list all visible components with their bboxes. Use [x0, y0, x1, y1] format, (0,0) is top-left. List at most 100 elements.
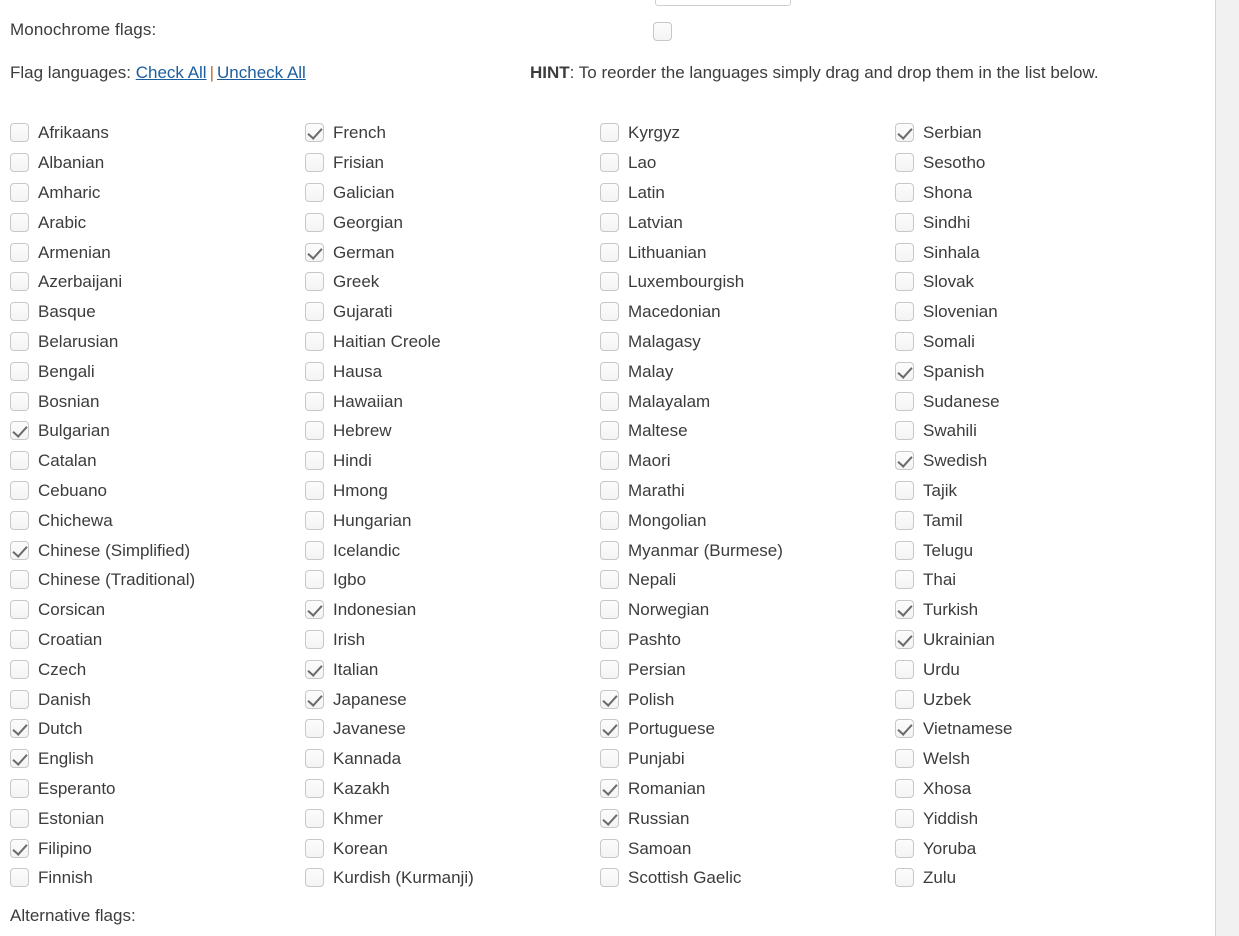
checkbox-unchecked-icon[interactable] — [600, 361, 619, 381]
checkbox-unchecked-icon[interactable] — [10, 391, 29, 411]
checkbox-unchecked-icon[interactable] — [305, 629, 324, 649]
checkbox-unchecked-icon[interactable] — [10, 451, 29, 471]
checkbox-unchecked-icon[interactable] — [600, 838, 619, 858]
language-checkbox-item[interactable]: Tajik — [895, 476, 1195, 506]
clipped-text-input[interactable] — [655, 0, 791, 6]
checkbox-unchecked-icon[interactable] — [10, 331, 29, 351]
checkbox-unchecked-icon[interactable] — [600, 272, 619, 292]
language-checkbox-item[interactable]: Turkish — [895, 595, 1195, 625]
language-checkbox-item[interactable]: Yiddish — [895, 803, 1195, 833]
language-checkbox-item[interactable]: Catalan — [10, 446, 310, 476]
language-checkbox-item[interactable]: Serbian — [895, 118, 1195, 148]
monochrome-flags-checkbox[interactable] — [653, 22, 672, 41]
language-checkbox-item[interactable]: Esperanto — [10, 774, 310, 804]
language-checkbox-item[interactable]: Telugu — [895, 535, 1195, 565]
language-checkbox-item[interactable]: Azerbaijani — [10, 267, 310, 297]
checkbox-checked-icon[interactable] — [10, 719, 29, 739]
checkbox-unchecked-icon[interactable] — [305, 391, 324, 411]
language-checkbox-item[interactable]: Russian — [600, 803, 900, 833]
checkbox-unchecked-icon[interactable] — [600, 600, 619, 620]
checkbox-checked-icon[interactable] — [10, 838, 29, 858]
language-checkbox-item[interactable]: Romanian — [600, 774, 900, 804]
checkbox-unchecked-icon[interactable] — [10, 272, 29, 292]
checkbox-checked-icon[interactable] — [600, 808, 619, 828]
checkbox-unchecked-icon[interactable] — [10, 510, 29, 530]
checkbox-unchecked-icon[interactable] — [305, 838, 324, 858]
language-checkbox-item[interactable]: Gujarati — [305, 297, 605, 327]
checkbox-unchecked-icon[interactable] — [305, 302, 324, 322]
checkbox-unchecked-icon[interactable] — [895, 182, 914, 202]
checkbox-unchecked-icon[interactable] — [895, 838, 914, 858]
checkbox-unchecked-icon[interactable] — [305, 719, 324, 739]
language-checkbox-item[interactable]: Luxembourgish — [600, 267, 900, 297]
language-checkbox-item[interactable]: Pashto — [600, 625, 900, 655]
language-checkbox-item[interactable]: Maori — [600, 446, 900, 476]
language-checkbox-item[interactable]: German — [305, 237, 605, 267]
checkbox-unchecked-icon[interactable] — [10, 659, 29, 679]
checkbox-unchecked-icon[interactable] — [305, 421, 324, 441]
checkbox-checked-icon[interactable] — [895, 123, 914, 143]
checkbox-unchecked-icon[interactable] — [895, 659, 914, 679]
checkbox-unchecked-icon[interactable] — [600, 331, 619, 351]
checkbox-unchecked-icon[interactable] — [305, 570, 324, 590]
language-checkbox-item[interactable]: English — [10, 744, 310, 774]
checkbox-unchecked-icon[interactable] — [600, 510, 619, 530]
checkbox-unchecked-icon[interactable] — [10, 600, 29, 620]
checkbox-unchecked-icon[interactable] — [600, 391, 619, 411]
checkbox-unchecked-icon[interactable] — [305, 272, 324, 292]
language-checkbox-item[interactable]: Estonian — [10, 803, 310, 833]
language-checkbox-item[interactable]: Chichewa — [10, 505, 310, 535]
language-checkbox-item[interactable]: Afrikaans — [10, 118, 310, 148]
checkbox-unchecked-icon[interactable] — [305, 868, 324, 888]
language-checkbox-item[interactable]: Finnish — [10, 863, 310, 893]
language-checkbox-item[interactable]: Swahili — [895, 416, 1195, 446]
checkbox-unchecked-icon[interactable] — [600, 242, 619, 262]
checkbox-unchecked-icon[interactable] — [600, 480, 619, 500]
language-checkbox-item[interactable]: Latvian — [600, 207, 900, 237]
language-checkbox-item[interactable]: Belarusian — [10, 327, 310, 357]
checkbox-unchecked-icon[interactable] — [895, 391, 914, 411]
language-checkbox-item[interactable]: Cebuano — [10, 476, 310, 506]
language-checkbox-item[interactable]: Portuguese — [600, 714, 900, 744]
language-checkbox-item[interactable]: Marathi — [600, 476, 900, 506]
checkbox-unchecked-icon[interactable] — [305, 778, 324, 798]
checkbox-unchecked-icon[interactable] — [895, 153, 914, 173]
language-checkbox-item[interactable]: Korean — [305, 833, 605, 863]
language-checkbox-item[interactable]: Punjabi — [600, 744, 900, 774]
language-checkbox-item[interactable]: Welsh — [895, 744, 1195, 774]
language-checkbox-item[interactable]: Bengali — [10, 356, 310, 386]
checkbox-checked-icon[interactable] — [10, 421, 29, 441]
checkbox-unchecked-icon[interactable] — [895, 689, 914, 709]
language-checkbox-item[interactable]: Japanese — [305, 684, 605, 714]
language-checkbox-item[interactable]: Samoan — [600, 833, 900, 863]
language-checkbox-item[interactable]: Sinhala — [895, 237, 1195, 267]
language-checkbox-item[interactable]: Polish — [600, 684, 900, 714]
checkbox-unchecked-icon[interactable] — [895, 242, 914, 262]
checkbox-unchecked-icon[interactable] — [10, 182, 29, 202]
language-checkbox-item[interactable]: Haitian Creole — [305, 327, 605, 357]
language-checkbox-item[interactable]: Hebrew — [305, 416, 605, 446]
language-checkbox-item[interactable]: Igbo — [305, 565, 605, 595]
checkbox-unchecked-icon[interactable] — [305, 361, 324, 381]
checkbox-unchecked-icon[interactable] — [10, 689, 29, 709]
checkbox-unchecked-icon[interactable] — [10, 302, 29, 322]
checkbox-unchecked-icon[interactable] — [10, 153, 29, 173]
checkbox-unchecked-icon[interactable] — [10, 868, 29, 888]
language-checkbox-item[interactable]: Swedish — [895, 446, 1195, 476]
language-checkbox-item[interactable]: Chinese (Traditional) — [10, 565, 310, 595]
checkbox-unchecked-icon[interactable] — [600, 659, 619, 679]
language-checkbox-item[interactable]: Hmong — [305, 476, 605, 506]
language-checkbox-item[interactable]: Hawaiian — [305, 386, 605, 416]
language-checkbox-item[interactable]: Spanish — [895, 356, 1195, 386]
checkbox-unchecked-icon[interactable] — [895, 302, 914, 322]
checkbox-checked-icon[interactable] — [600, 719, 619, 739]
checkbox-unchecked-icon[interactable] — [600, 749, 619, 769]
checkbox-unchecked-icon[interactable] — [10, 778, 29, 798]
language-checkbox-item[interactable]: Xhosa — [895, 774, 1195, 804]
language-checkbox-item[interactable]: Persian — [600, 654, 900, 684]
checkbox-unchecked-icon[interactable] — [600, 302, 619, 322]
language-checkbox-item[interactable]: Basque — [10, 297, 310, 327]
checkbox-unchecked-icon[interactable] — [10, 570, 29, 590]
language-checkbox-item[interactable]: Vietnamese — [895, 714, 1195, 744]
checkbox-checked-icon[interactable] — [305, 123, 324, 143]
